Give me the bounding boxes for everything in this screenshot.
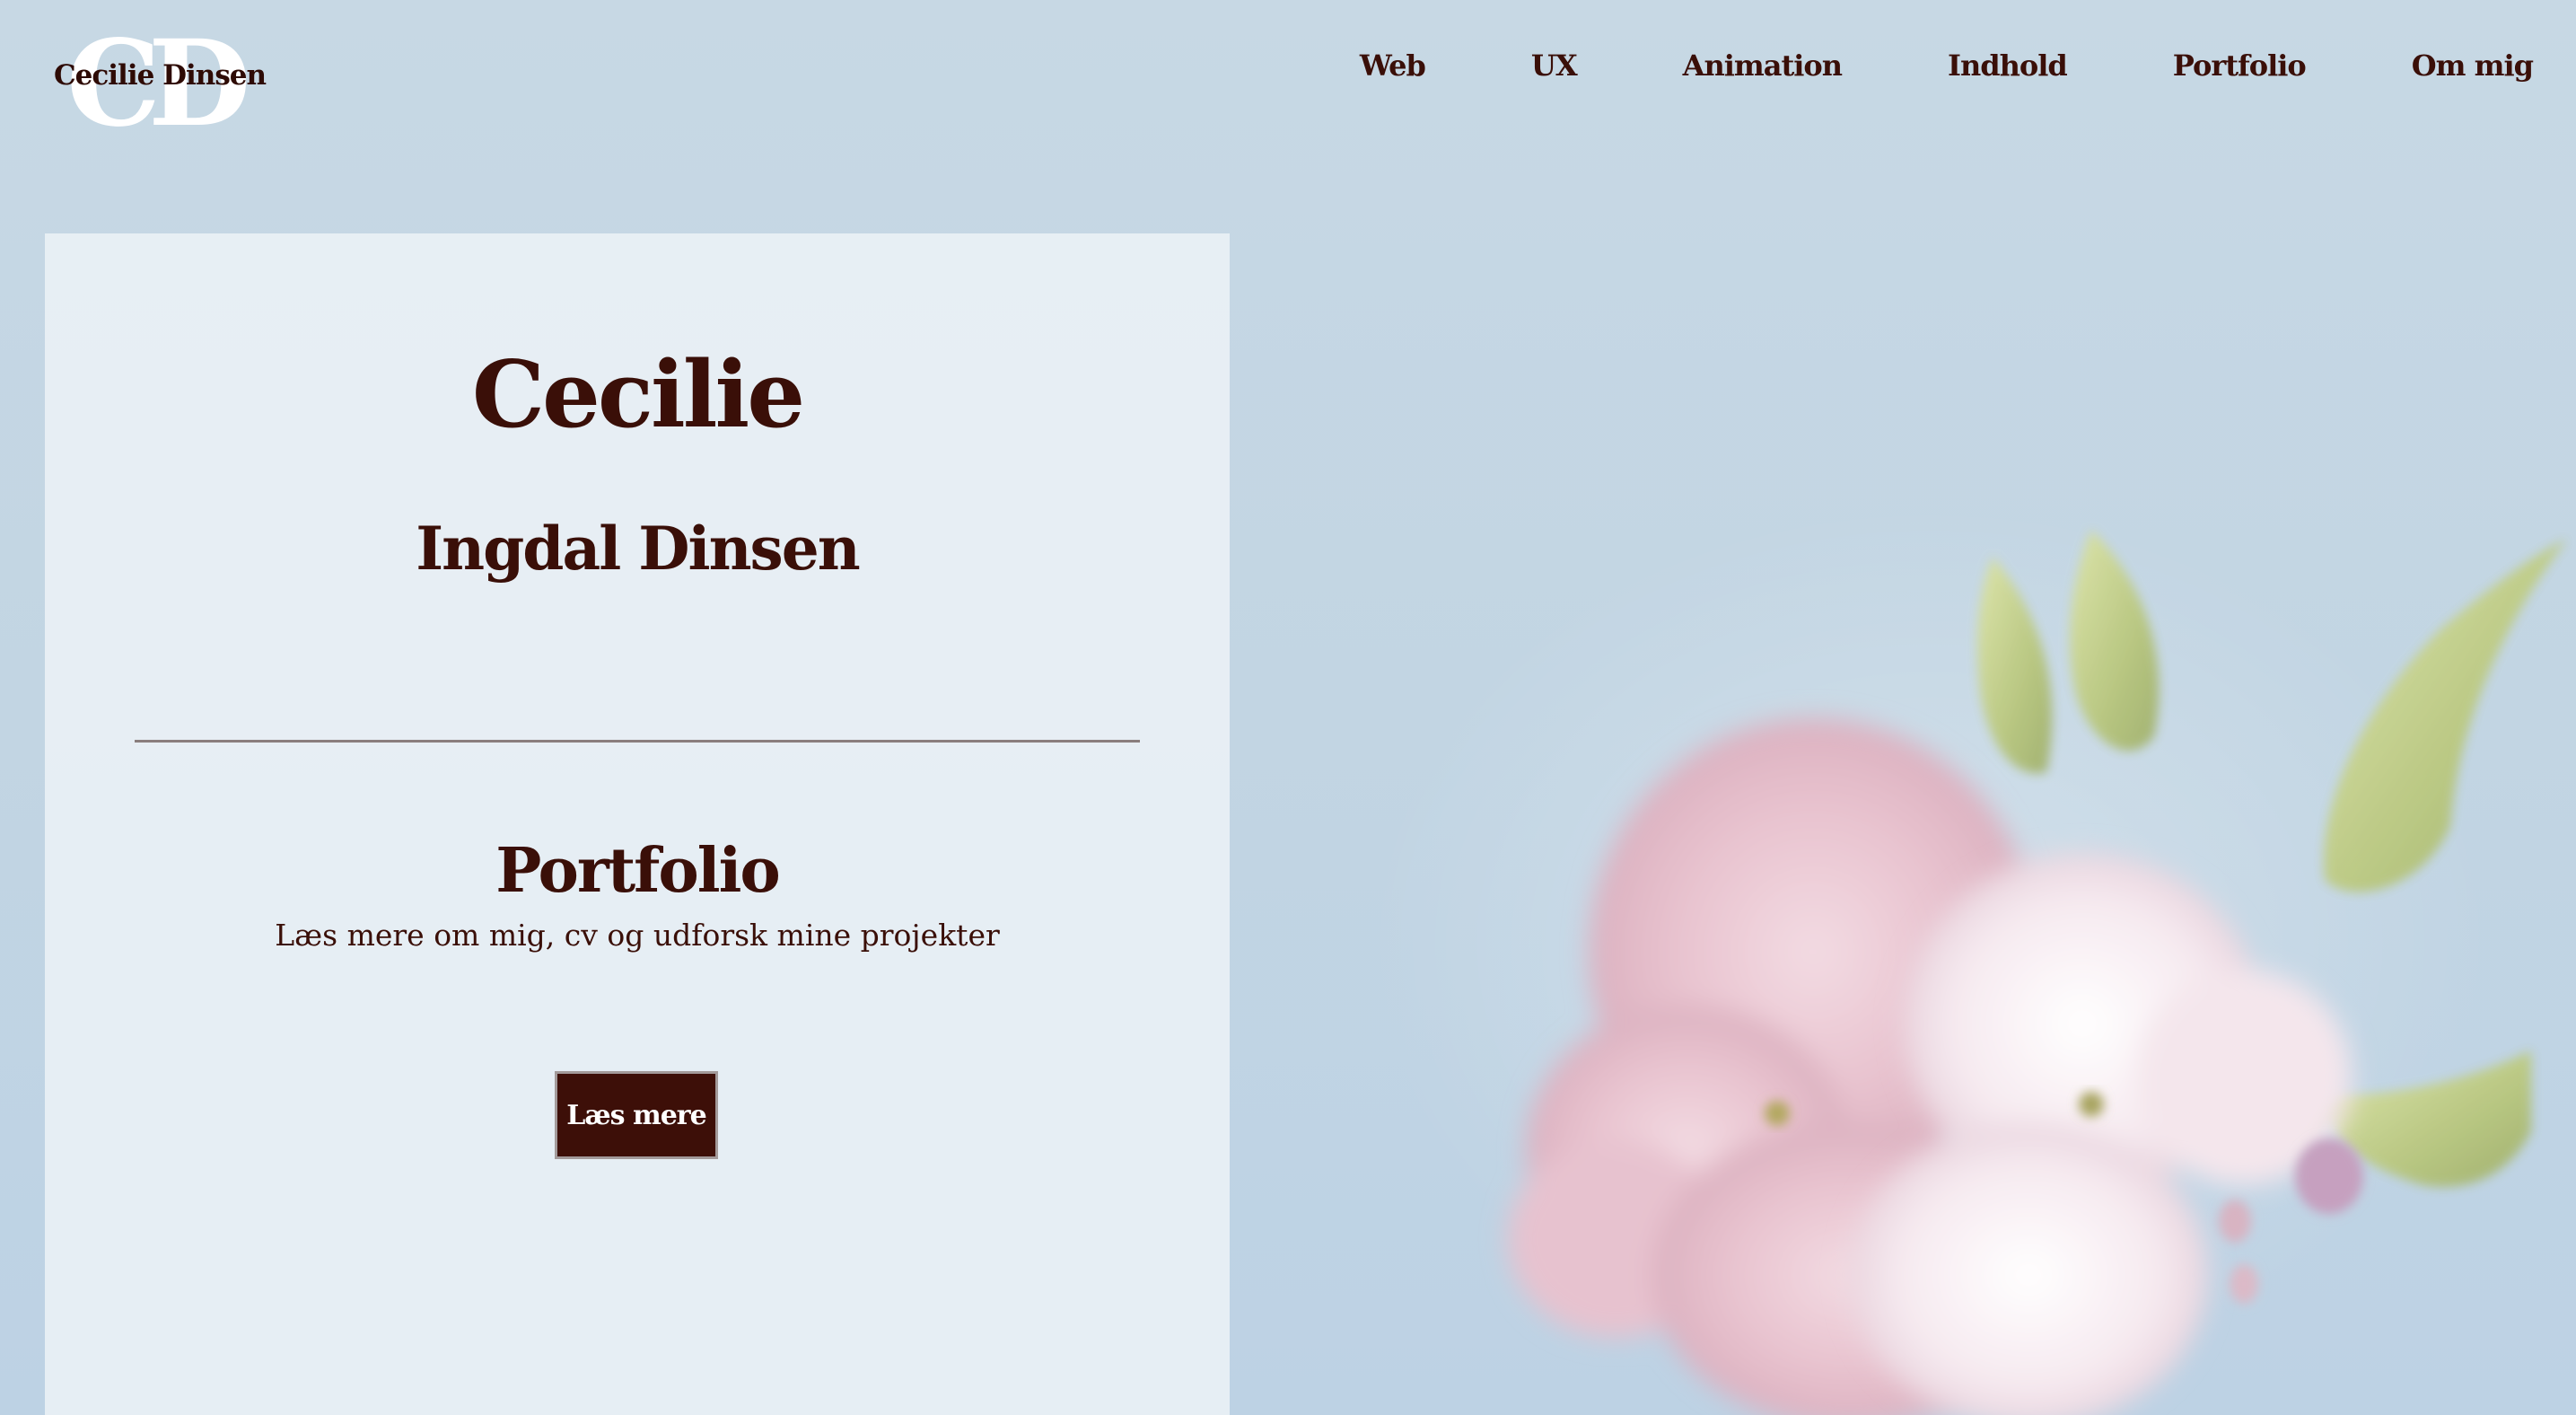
- nav-item-ux[interactable]: UX: [1531, 48, 1578, 83]
- hero-divider: [135, 740, 1140, 743]
- nav-item-web[interactable]: Web: [1360, 48, 1426, 83]
- nav-item-om-mig[interactable]: Om mig: [2412, 48, 2534, 83]
- site-logo[interactable]: CD Cecilie Dinsen: [54, 25, 267, 144]
- nav-item-portfolio[interactable]: Portfolio: [2173, 48, 2307, 83]
- logo-text: Cecilie Dinsen: [54, 59, 267, 92]
- flower-image: [1508, 530, 2567, 1415]
- hero-first-name: Cecilie: [471, 341, 805, 449]
- hero-card: Cecilie Ingdal Dinsen Portfolio Læs mere…: [45, 233, 1230, 1415]
- hero-last-name: Ingdal Dinsen: [416, 514, 860, 584]
- section-title: Portfolio: [495, 835, 781, 907]
- section-description: Læs mere om mig, cv og udforsk mine proj…: [275, 918, 1000, 953]
- main-navigation: Web UX Animation Indhold Portfolio Om mi…: [1360, 48, 2534, 83]
- nav-item-animation[interactable]: Animation: [1683, 48, 1843, 83]
- read-more-button[interactable]: Læs mere: [555, 1071, 718, 1159]
- nav-item-indhold[interactable]: Indhold: [1948, 48, 2068, 83]
